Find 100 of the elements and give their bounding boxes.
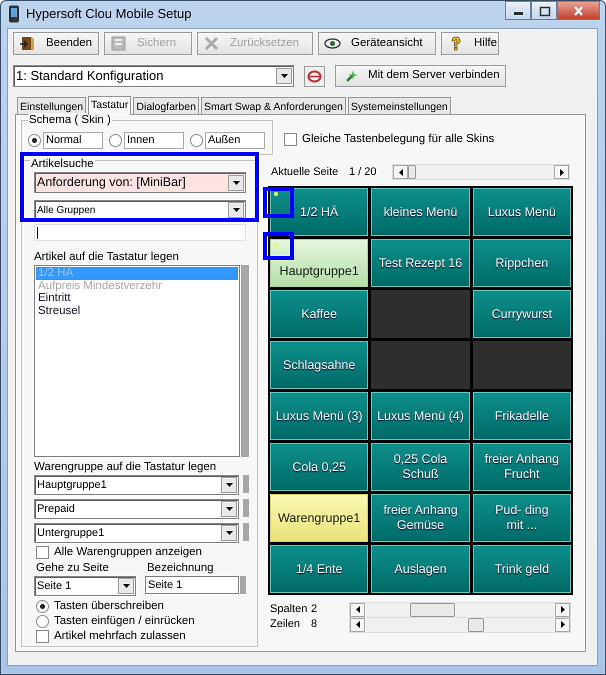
scrollbar[interactable] [349, 602, 571, 618]
tab[interactable]: Dialogfarben [133, 97, 199, 114]
text-field[interactable]: Außen [205, 132, 265, 149]
key-button[interactable]: Hauptgruppe1 [270, 239, 368, 287]
phone-icon [8, 5, 20, 23]
toolbar-button[interactable]: Beenden [13, 32, 99, 55]
dropdown[interactable]: Hauptgruppe1 [34, 475, 239, 495]
dropdown[interactable]: Seite 1 [34, 576, 136, 596]
scrollbar[interactable] [392, 164, 570, 180]
search-field[interactable] [34, 224, 246, 241]
group-title: Schema ( Skin ) [28, 113, 112, 127]
key-button[interactable]: Luxus Menü (4) [371, 392, 470, 440]
key-button[interactable]: Test Rezept 16 [371, 239, 470, 287]
scrollbar[interactable] [349, 616, 571, 632]
maximize-button[interactable] [531, 1, 557, 20]
scrollbar[interactable] [241, 265, 249, 457]
radio-button[interactable] [36, 615, 49, 628]
dropdown[interactable]: Alle Gruppen [34, 200, 246, 220]
left-arrow-icon [356, 621, 360, 628]
key-button[interactable]: Luxus Menü (3) [270, 392, 368, 440]
highlight-frame [263, 232, 294, 260]
section-label: Warengruppe auf die Tastatur legen [34, 461, 218, 474]
key-button[interactable]: Trink geld [472, 545, 571, 593]
document-icon [110, 35, 127, 52]
minimize-icon [514, 12, 522, 15]
field-label: Gehe zu Seite [35, 562, 110, 575]
list-item[interactable]: Eintritt [36, 292, 238, 304]
door-icon [19, 35, 36, 52]
minimize-button[interactable] [505, 1, 531, 20]
dropdown-value: Alle Gruppen [37, 204, 96, 216]
checkbox-label: Gleiche Tastenbelegung für alle Skins [302, 132, 494, 147]
tab[interactable]: Systemeinstellungen [348, 97, 451, 114]
checkbox-label: Alle Warengruppen anzeigen [54, 546, 202, 559]
caret-icon [122, 584, 130, 588]
scrollbar-thumb[interactable] [468, 618, 484, 632]
caret-icon [226, 531, 232, 535]
scrollbar[interactable] [243, 523, 249, 541]
text-field[interactable]: Innen [124, 132, 184, 149]
checkbox-label: Artikel mehrfach zulassen [54, 630, 186, 643]
refresh-button[interactable] [304, 66, 325, 86]
scrollbar[interactable] [240, 576, 246, 594]
dropdown[interactable]: 1: Standard Konfiguration [13, 65, 294, 87]
text-field[interactable]: Seite 1 [145, 576, 239, 594]
key-button[interactable]: Warengruppe1 [270, 494, 368, 542]
toolbar-button[interactable]: Geräteansicht [318, 32, 436, 55]
key-button[interactable]: Schlagsahne [270, 341, 368, 389]
key-button[interactable]: Luxus Menü [472, 188, 571, 236]
key-button[interactable]: 1/2 HÄ [270, 188, 368, 236]
text-field[interactable]: Normal [43, 132, 103, 149]
key-button[interactable]: Rippchen [472, 239, 571, 287]
dropdown-value: Seite 1 [37, 580, 72, 592]
scrollbar[interactable] [243, 499, 249, 517]
dropdown[interactable]: Prepaid [34, 499, 239, 519]
list-item[interactable]: Streusel [36, 304, 238, 317]
radio-label: Tasten einfügen / einrücken [54, 615, 195, 628]
key-button[interactable]: 0,25 Cola Schuß [371, 443, 470, 491]
scrollbar-thumb[interactable] [410, 602, 455, 616]
field-label: Zeilen [269, 617, 301, 632]
radio-button[interactable] [190, 134, 203, 147]
toolbar-button[interactable]: Hilfe [441, 32, 499, 55]
connect-button[interactable]: Mit dem Server verbinden [335, 65, 506, 87]
highlight-frame [263, 187, 294, 218]
radio-button[interactable] [36, 600, 49, 613]
radio-button[interactable] [109, 134, 122, 147]
window-title: Hypersoft Clou Mobile Setup [26, 5, 192, 24]
dropdown[interactable]: Untergruppe1 [34, 523, 239, 543]
list-label: Artikel auf die Tastatur legen [34, 251, 180, 264]
key-button[interactable]: 1/4 Ente [270, 545, 368, 593]
dropdown-value: 1: Standard Konfiguration [16, 67, 164, 86]
key-button[interactable]: Currywurst [472, 290, 571, 338]
close-button[interactable] [557, 1, 600, 20]
tab[interactable]: Einstellungen [17, 97, 86, 114]
field-value: 2 [311, 602, 318, 618]
key-button[interactable]: kleines Menü [371, 188, 470, 236]
checkbox[interactable] [36, 546, 49, 559]
left-arrow-icon [398, 168, 402, 176]
tab[interactable]: Tastatur [88, 96, 132, 115]
caret-icon [226, 507, 232, 511]
field-label: Bezeichnung [146, 562, 214, 575]
scrollbar-thumb[interactable] [408, 165, 416, 179]
checkbox[interactable] [36, 630, 49, 643]
field-value: 8 [311, 617, 318, 632]
key-button[interactable]: Cola 0,25 [270, 443, 368, 491]
checkbox[interactable] [284, 133, 297, 146]
key-button[interactable]: freier Anhang Frucht [472, 443, 571, 491]
key-button[interactable]: Kaffee [270, 290, 368, 338]
caret-icon [226, 483, 232, 487]
key-button[interactable]: freier Anhang Gemüse [371, 494, 470, 542]
key-button[interactable]: Frikadelle [472, 392, 571, 440]
caret-icon [232, 208, 240, 212]
key-button[interactable]: Auslagen [371, 545, 470, 593]
field-label: Spalten [269, 602, 308, 618]
scrollbar[interactable] [243, 475, 249, 493]
caret-icon [280, 74, 288, 78]
tab[interactable]: Smart Swap & Anforderungen [200, 97, 346, 114]
dropdown[interactable]: Anforderung von: [MiniBar] [34, 172, 246, 193]
key-button[interactable]: Pud- ding mit ... [472, 494, 571, 542]
radio-button[interactable] [28, 134, 41, 147]
x-icon [203, 35, 220, 52]
field-label: Aktuelle Seite [270, 164, 340, 180]
